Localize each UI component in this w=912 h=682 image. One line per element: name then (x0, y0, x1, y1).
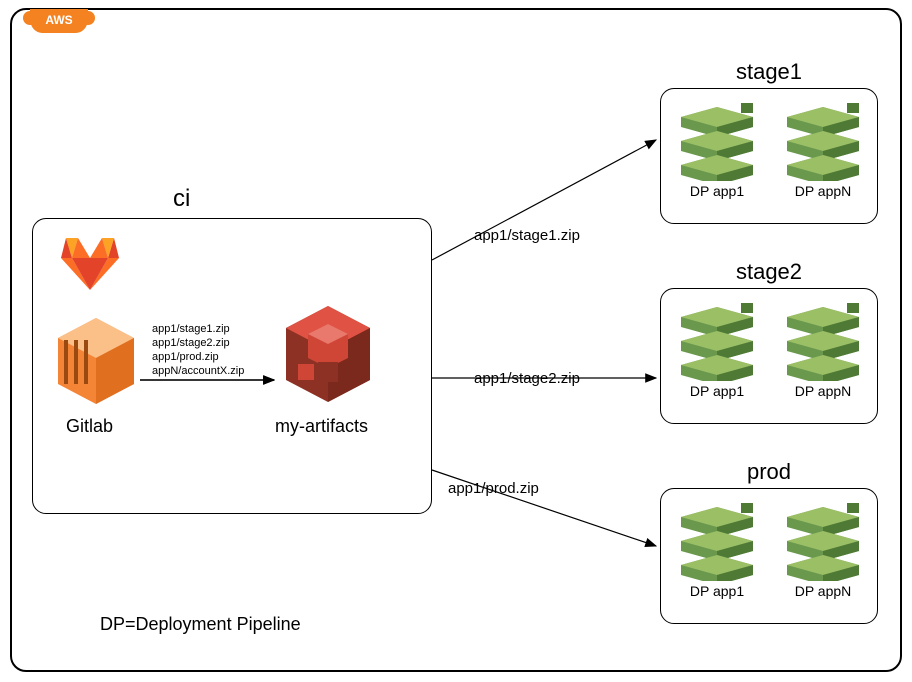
pipeline-label: DP app1 (675, 383, 759, 399)
pipeline-item: DP app1 (675, 503, 759, 603)
pipeline-item: DP app1 (675, 303, 759, 403)
artifact-file: app1/stage2.zip (152, 336, 244, 350)
pipeline-label: DP app1 (675, 183, 759, 199)
compute-icon (54, 314, 138, 408)
ci-title: ci (173, 185, 190, 213)
arrow-label-prod: app1/prod.zip (448, 480, 539, 497)
pipeline-item: DP appN (781, 103, 865, 203)
aws-cloud-icon: AWS (30, 9, 88, 33)
artifact-file-list: app1/stage1.zip app1/stage2.zip app1/pro… (152, 322, 244, 378)
stage2-box: stage2 DP app1 DP ap (660, 288, 878, 424)
footnote: DP=Deployment Pipeline (100, 614, 301, 635)
pipeline-item: DP appN (781, 303, 865, 403)
pipeline-label: DP appN (781, 383, 865, 399)
gitlab-label: Gitlab (66, 416, 113, 437)
codepipeline-icon (675, 103, 759, 181)
s3-bucket-icon (278, 304, 378, 404)
pipeline-label: DP appN (781, 183, 865, 199)
prod-title: prod (661, 459, 877, 485)
stage1-box: stage1 DP app1 DP ap (660, 88, 878, 224)
arrow-label-stage1: app1/stage1.zip (474, 227, 580, 244)
codepipeline-icon (781, 503, 865, 581)
codepipeline-icon (781, 303, 865, 381)
artifacts-label: my-artifacts (275, 416, 368, 437)
pipeline-item: DP app1 (675, 103, 759, 203)
artifact-file: appN/accountX.zip (152, 364, 244, 378)
pipeline-label: DP app1 (675, 583, 759, 599)
codepipeline-icon (675, 503, 759, 581)
pipeline-item: DP appN (781, 503, 865, 603)
pipeline-label: DP appN (781, 583, 865, 599)
artifact-file: app1/stage1.zip (152, 322, 244, 336)
codepipeline-icon (675, 303, 759, 381)
stage2-title: stage2 (661, 259, 877, 285)
codepipeline-icon (781, 103, 865, 181)
gitlab-icon (60, 236, 120, 290)
artifact-file: app1/prod.zip (152, 350, 244, 364)
arrow-label-stage2: app1/stage2.zip (474, 370, 580, 387)
stage1-title: stage1 (661, 59, 877, 85)
prod-box: prod DP app1 DP appN (660, 488, 878, 624)
